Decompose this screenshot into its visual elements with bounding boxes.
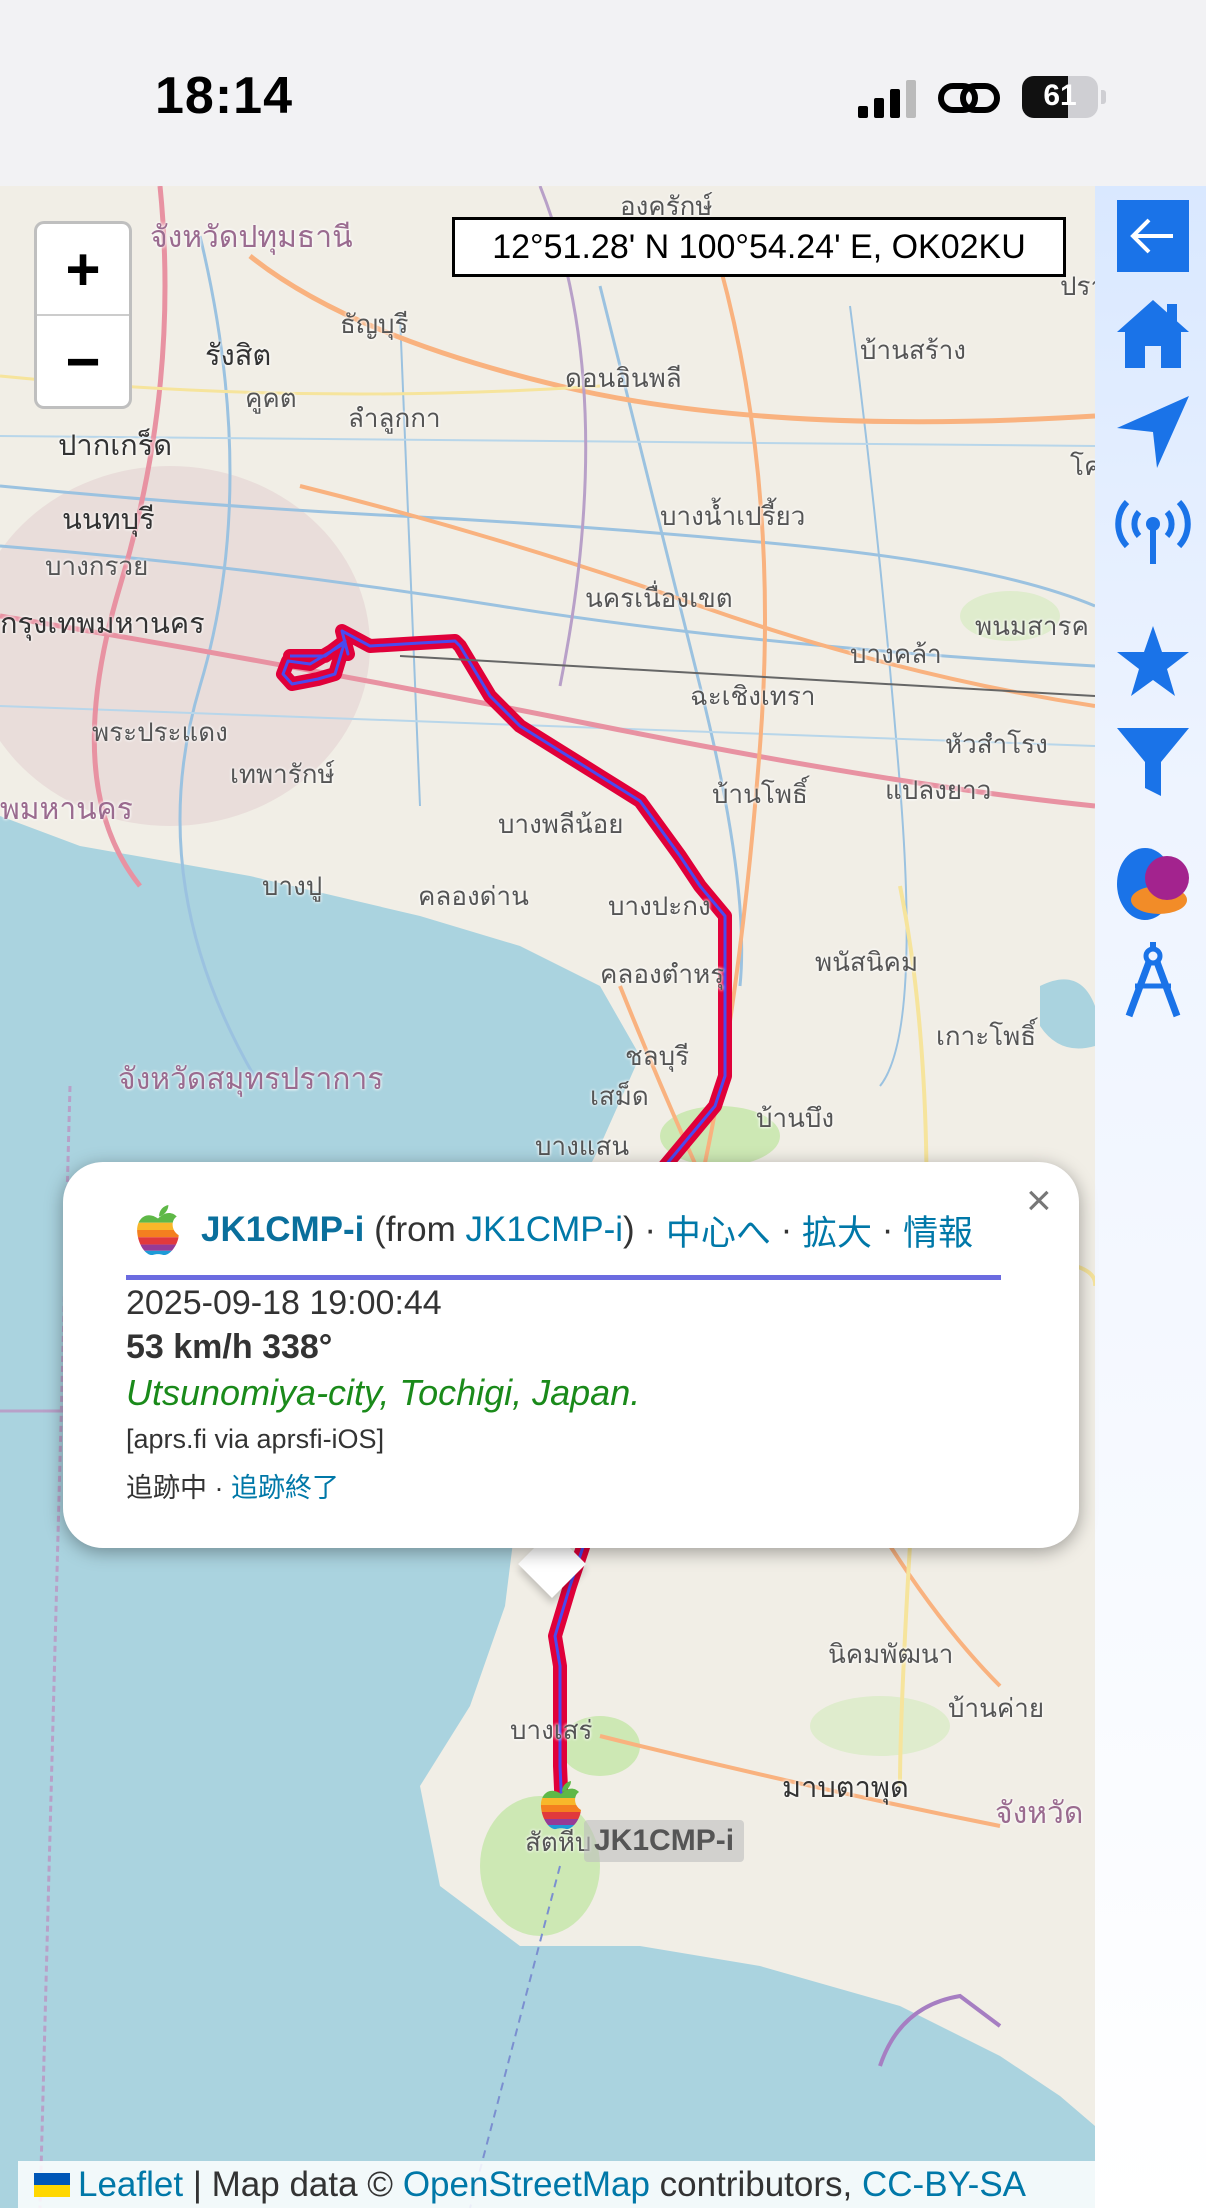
popup-via: [aprs.fi via aprsfi-iOS]: [126, 1424, 385, 1454]
home-icon[interactable]: [1115, 296, 1191, 372]
map-label: โค: [1070, 451, 1095, 481]
station-label[interactable]: JK1CMP-i: [584, 1820, 745, 1862]
map-label: กรุงเทพมหานคร: [0, 608, 205, 640]
map-label: บางแสน: [535, 1131, 630, 1161]
map-label: พนมสารค: [975, 611, 1089, 641]
map-label: นนทบุรี: [62, 504, 155, 536]
leaflet-link[interactable]: Leaflet: [78, 2165, 183, 2205]
blob-icon[interactable]: [1115, 846, 1191, 922]
broadcast-icon[interactable]: [1115, 490, 1191, 566]
map-label: จังหวัดปทุมธานี: [150, 221, 353, 254]
zoom-out-button[interactable]: −: [37, 316, 129, 406]
openstreetmap-link[interactable]: OpenStreetMap: [403, 2165, 650, 2205]
side-toolbar: [1095, 186, 1206, 2208]
map-label: คลองตำหรุ: [600, 959, 725, 989]
ukraine-flag-icon: [34, 2172, 70, 2197]
map-label: นิคมพัฒนา: [828, 1639, 954, 1669]
from-callsign-link[interactable]: JK1CMP-i: [466, 1210, 624, 1250]
map-label: คูคต: [245, 383, 297, 413]
navigation-icon[interactable]: [1115, 394, 1191, 470]
popup-callsign-link[interactable]: JK1CMP-i: [201, 1210, 364, 1250]
popup-timestamp: 2025-09-18 19:00:44: [126, 1284, 442, 1322]
clock: 18:14: [155, 67, 293, 125]
zoom-control: + −: [34, 221, 132, 409]
map-label: แปลงยาว: [885, 775, 992, 805]
status-bar: 18:14 61: [0, 0, 1206, 186]
map-label: จังหวัดสมุทรปราการ: [118, 1063, 384, 1096]
station-marker-apple-icon[interactable]: [538, 1780, 584, 1830]
map-label: บางคล้า: [850, 639, 942, 669]
separator: ·: [780, 1210, 793, 1249]
separator: ·: [881, 1210, 894, 1249]
map-label: เสม็ด: [590, 1081, 649, 1111]
popup-close-button[interactable]: ×: [1026, 1176, 1052, 1226]
map-label: คลองด่าน: [418, 881, 529, 911]
star-icon[interactable]: [1115, 624, 1191, 700]
popup-divider: [126, 1275, 1001, 1280]
map-attribution: Leaflet | Map data © OpenStreetMap contr…: [18, 2161, 1095, 2208]
map-label: พนัสนิคม: [815, 947, 919, 977]
map-label: บ้านบึง: [756, 1103, 835, 1133]
map-label: บางน้ำเปรี้ยว: [660, 501, 806, 531]
map-label: นครเนื่องเขต: [585, 583, 733, 613]
map-label: เกาะโพธิ์: [936, 1021, 1037, 1051]
map-label: ธัญบุรี: [340, 309, 409, 339]
map-label: ลำลูกกา: [348, 403, 441, 433]
license-link[interactable]: CC-BY-SA: [862, 2165, 1026, 2205]
map-label: พมหานคร: [0, 793, 133, 826]
map-label: ปากเกร็ด: [58, 430, 173, 462]
apple-icon: [137, 1205, 179, 1256]
stop-tracking-link[interactable]: 追跡終了: [231, 1473, 339, 1503]
map-label: ดอนอินพลี: [565, 363, 682, 393]
map-label: ชลบุรี: [625, 1041, 690, 1071]
tracking-status: 追跡中 ·: [126, 1473, 224, 1503]
popup-tracking: 追跡中 · 追跡終了: [126, 1466, 339, 1505]
attribution-contributors: contributors,: [659, 2164, 853, 2204]
back-arrow-icon[interactable]: [1115, 198, 1191, 274]
map-label: บ้านโพธิ์: [712, 779, 808, 809]
popup-speed-course: 53 km/h 338°: [126, 1328, 333, 1366]
map-label: รังสิต: [205, 340, 272, 372]
battery-percent: 61: [1043, 79, 1077, 112]
popup-header: JK1CMP-i (from JK1CMP-i ) · 中心へ · 拡大 · 情…: [133, 1204, 1071, 1256]
info-link[interactable]: 情報: [903, 1205, 973, 1256]
compass-icon[interactable]: [1115, 942, 1191, 1018]
map-label: บางปู: [262, 871, 323, 901]
map-label: บางปะกง: [608, 891, 711, 921]
map-label: จังหวัด: [995, 1797, 1084, 1830]
map-label: ฉะเชิงเทรา: [690, 681, 816, 711]
map-label: หัวสำโรง: [945, 729, 1048, 759]
attribution-text: | Map data ©: [192, 2164, 394, 2204]
map-label: บ้านสร้าง: [860, 335, 967, 365]
map-label: บางเสร่: [510, 1715, 593, 1745]
map-label: บ้านค่าย: [948, 1693, 1045, 1723]
map-label: บางพลีน้อย: [498, 809, 624, 839]
zoom-in-button[interactable]: +: [37, 224, 129, 316]
center-link[interactable]: 中心へ: [666, 1205, 771, 1256]
battery-icon: 61: [1022, 76, 1106, 118]
map-label: พระประแดง: [92, 717, 228, 747]
map-label: มาบตาพุด: [782, 1772, 909, 1804]
popup-comment: Utsunomiya-city, Tochigi, Japan.: [126, 1372, 641, 1413]
cell-signal-icon: [858, 80, 916, 118]
map-label: เทพารักษ์: [230, 759, 335, 789]
map-label: บางกรวย: [45, 551, 149, 581]
filter-icon[interactable]: [1115, 724, 1191, 800]
zoom-link[interactable]: 拡大: [802, 1205, 872, 1256]
link-icon: [938, 83, 1000, 113]
station-popup: JK1CMP-i (from JK1CMP-i ) · 中心へ · 拡大 · 情…: [63, 1162, 1079, 1548]
from-suffix: ) ·: [623, 1210, 657, 1249]
from-prefix: (from: [374, 1210, 456, 1249]
coordinates-readout: 12°51.28' N 100°54.24' E, OK02KU: [452, 217, 1066, 277]
